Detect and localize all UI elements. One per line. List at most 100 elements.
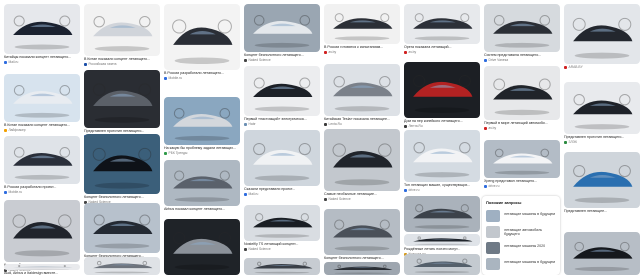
image-thumbnail[interactable] — [404, 196, 480, 232]
image-caption[interactable]: Концепт беспилотного летающего... — [244, 53, 320, 57]
image-thumbnail[interactable] — [404, 62, 480, 118]
image-caption[interactable]: В Китае показали концепт летающего... — [4, 123, 80, 127]
image-thumbnail[interactable] — [324, 262, 400, 275]
image-thumbnail[interactable] — [164, 4, 240, 70]
image-source[interactable]: Naked Science — [244, 247, 320, 251]
image-caption[interactable]: Систем представила летающего... — [484, 53, 560, 57]
image-thumbnail[interactable] — [564, 232, 640, 275]
image-source[interactable]: av.by — [324, 50, 400, 54]
related-search-item[interactable]: летающие машины в будущем — [486, 210, 558, 224]
image-thumbnail[interactable] — [84, 203, 160, 253]
image-thumbnail[interactable] — [244, 4, 320, 52]
image-thumbnail[interactable] — [564, 4, 640, 64]
image-thumbnail[interactable] — [324, 64, 400, 116]
image-source[interactable]: ARAB.BY — [564, 65, 640, 69]
image-thumbnail[interactable] — [164, 160, 240, 206]
image-caption[interactable]: Рождённые летать ползти могут... — [404, 247, 480, 251]
image-thumbnail[interactable] — [244, 258, 320, 275]
source-favicon-icon — [244, 247, 247, 251]
image-caption[interactable]: Сказали представили проект... — [244, 187, 320, 191]
source-name: Mail.ru — [248, 192, 259, 196]
image-source[interactable]: Mobile.ru — [164, 76, 240, 80]
image-source[interactable]: ЗЛЭК — [564, 140, 640, 144]
image-thumbnail[interactable] — [404, 254, 480, 275]
image-caption[interactable]: Первый «настоящий» электрическа... — [244, 117, 320, 121]
image-caption[interactable]: Дом на пер копейкого летающего... — [404, 119, 480, 123]
image-source[interactable]: Naked Science — [324, 197, 400, 201]
image-caption[interactable]: Представлен летающее... — [564, 209, 640, 213]
image-source[interactable]: Drive Vanesa — [484, 58, 560, 62]
image-source[interactable]: Mail.ru — [244, 192, 320, 196]
image-thumbnail[interactable] — [324, 129, 400, 191]
image-thumbnail[interactable] — [4, 264, 80, 270]
image-thumbnail[interactable] — [564, 152, 640, 208]
image-caption[interactable]: Xpeng представил летающего... — [484, 179, 560, 183]
image-thumbnail[interactable] — [84, 70, 160, 128]
image-thumbnail[interactable] — [324, 4, 400, 44]
image-caption[interactable]: Китайская Tesla» показала летающее... — [324, 117, 400, 121]
image-caption[interactable]: Самые необычные летающие... — [324, 192, 400, 196]
image-caption[interactable]: Концепт беспилотного летающего... — [84, 195, 160, 199]
image-caption[interactable]: В Китае показали концепт летающего... — [84, 57, 160, 61]
flying-car-illustration — [573, 93, 633, 130]
related-search-item[interactable]: летающие машины 2020 — [486, 242, 558, 256]
source-name: av.by — [488, 126, 497, 130]
related-search-item[interactable]: летающие машины в будущем — [486, 258, 558, 272]
image-source[interactable]: Mobile.ru — [4, 190, 80, 194]
source-name: Naked Science — [248, 247, 271, 251]
image-thumbnail[interactable] — [84, 257, 160, 275]
image-source[interactable]: drive.ru — [484, 184, 560, 188]
flying-car-illustration — [253, 15, 313, 48]
image-thumbnail[interactable] — [484, 66, 560, 120]
related-search-item[interactable]: летающие автомобиль будущего — [486, 226, 558, 240]
flying-car-illustration — [13, 85, 73, 118]
source-favicon-icon — [564, 140, 567, 144]
image-source[interactable]: РБК Тренды — [164, 151, 240, 155]
image-caption[interactable]: В Росcии разработали летающего... — [164, 71, 240, 75]
source-name: Lenta.Ru — [328, 122, 342, 126]
image-source[interactable]: Лайфхакер — [4, 128, 80, 132]
image-thumbnail[interactable] — [404, 4, 480, 44]
image-thumbnail[interactable] — [4, 136, 80, 184]
image-thumbnail[interactable] — [244, 205, 320, 241]
image-source[interactable]: Mail.ru — [4, 60, 80, 64]
image-source[interactable]: drive.ru — [404, 188, 480, 192]
image-thumbnail[interactable] — [564, 82, 640, 134]
image-caption[interactable]: В России готовятся к испытаниям... — [324, 45, 400, 49]
image-caption[interactable]: Первый в мире летающий автомоби... — [484, 121, 560, 125]
image-caption[interactable]: Представлен прототип летающего... — [564, 135, 640, 139]
image-caption[interactable]: В России разработали проект... — [4, 185, 80, 189]
image-thumbnail[interactable] — [4, 200, 80, 262]
image-source[interactable]: av.by — [404, 50, 480, 54]
image-thumbnail[interactable] — [4, 4, 80, 54]
flying-car-illustration — [253, 142, 313, 181]
image-source[interactable]: Naked Science — [244, 58, 320, 62]
image-caption[interactable]: На какую бы проблему задали летающих... — [164, 146, 240, 150]
image-source[interactable]: Российская газета — [84, 62, 160, 66]
image-source[interactable]: Лента.Ru — [404, 124, 480, 128]
image-thumbnail[interactable] — [4, 74, 80, 122]
image-caption[interactable]: Opera показала летающий... — [404, 45, 480, 49]
source-favicon-icon — [484, 184, 487, 188]
image-thumbnail[interactable] — [244, 130, 320, 186]
image-thumbnail[interactable] — [84, 4, 160, 56]
image-caption[interactable]: Китайцы показали концепт летающего... — [4, 55, 80, 59]
image-thumbnail[interactable] — [164, 219, 240, 275]
image-caption[interactable]: Nostelfly TS летающий концепт... — [244, 242, 320, 246]
image-caption[interactable]: Представлен прототип летающего... — [84, 129, 160, 133]
image-source[interactable]: Habr — [244, 122, 320, 126]
image-thumbnail[interactable] — [404, 234, 480, 246]
image-caption[interactable]: Airbus показал концепт летающего... — [164, 207, 240, 211]
image-source[interactable]: av.by — [484, 126, 560, 130]
image-thumbnail[interactable] — [404, 130, 480, 182]
image-thumbnail[interactable] — [324, 209, 400, 255]
image-caption[interactable]: Концепт беспилотного летающего... — [324, 256, 400, 260]
image-caption[interactable]: Топ летающих машин, существующих... — [404, 183, 480, 187]
image-thumbnail[interactable] — [244, 66, 320, 116]
image-source[interactable]: Lenta.Ru — [324, 122, 400, 126]
image-thumbnail[interactable] — [484, 140, 560, 178]
image-thumbnail[interactable] — [164, 97, 240, 145]
image-caption[interactable]: Audi, Airbus и Italdesign вместе... — [4, 271, 80, 275]
image-thumbnail[interactable] — [484, 4, 560, 52]
image-thumbnail[interactable] — [84, 134, 160, 194]
